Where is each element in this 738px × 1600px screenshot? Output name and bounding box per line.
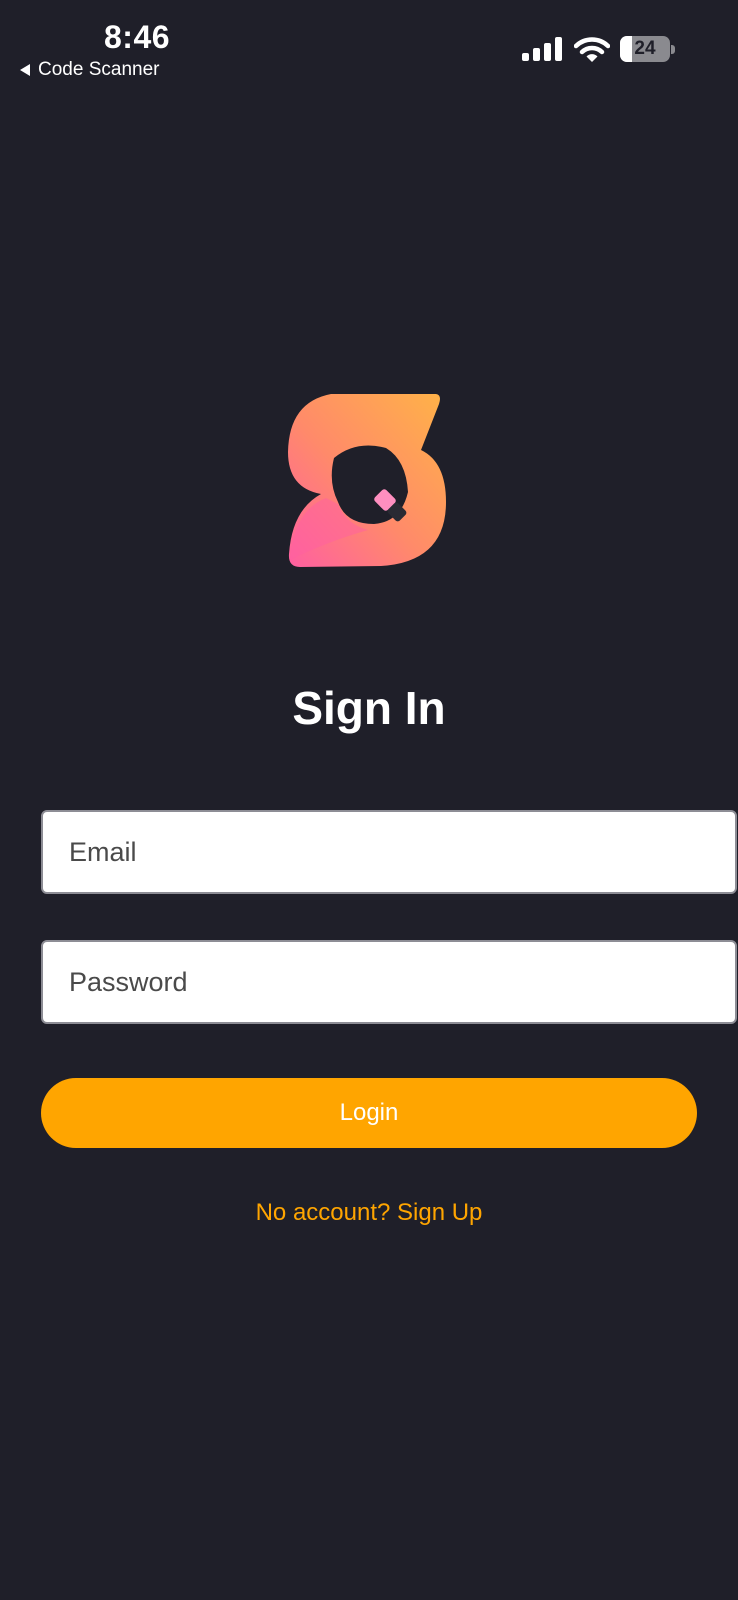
login-button[interactable]: Login [41,1078,697,1148]
battery-cap [671,45,675,54]
battery-icon: 24 [620,36,670,62]
email-field[interactable] [41,810,737,894]
back-arrow-icon [20,64,30,76]
status-time: 8:46 [104,19,171,55]
app-logo [288,394,446,567]
wifi-icon [574,37,610,62]
sign-up-link[interactable]: No account? Sign Up [0,1198,738,1228]
battery-percent: 24 [634,38,656,59]
back-to-app-link[interactable]: Code Scanner [20,58,159,82]
password-field[interactable] [41,940,737,1024]
page-title: Sign In [292,682,446,734]
back-link-label: Code Scanner [38,59,160,80]
cellular-signal-icon [522,34,562,64]
